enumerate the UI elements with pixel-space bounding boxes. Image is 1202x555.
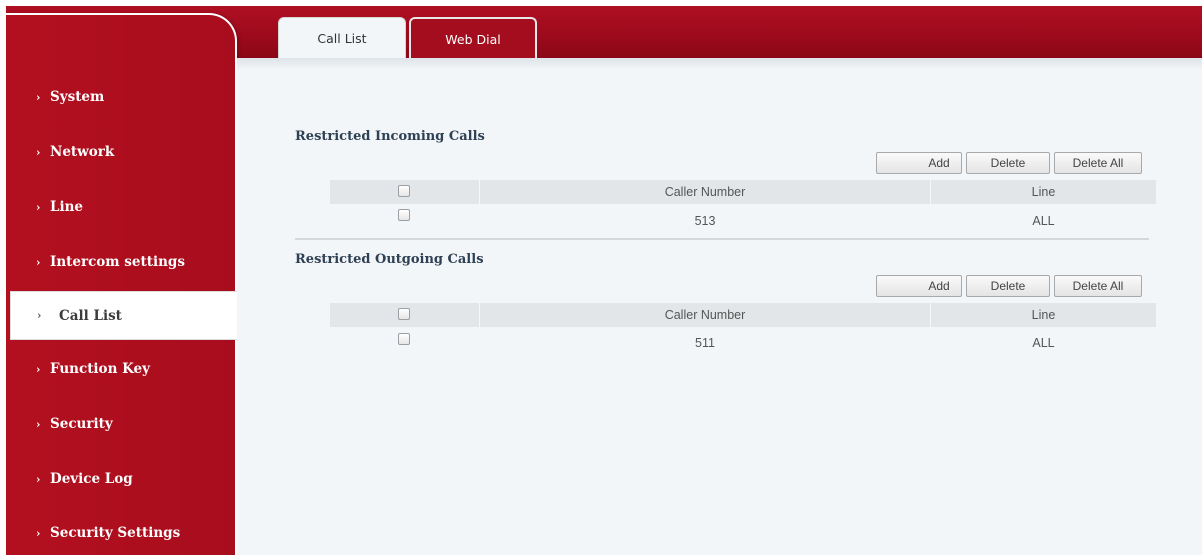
sidebar-item-label: Line	[50, 199, 84, 215]
sidebar-item-system[interactable]: › System	[6, 73, 231, 121]
outgoing-row-checkbox[interactable]	[398, 333, 410, 345]
chevron-right-icon: ›	[37, 309, 42, 322]
sidebar-item-label: Security	[50, 416, 113, 432]
sidebar-item-label: Network	[50, 144, 115, 160]
incoming-column-caller-number: Caller Number	[664, 185, 746, 199]
sidebar-item-label: Call List	[59, 307, 122, 324]
sidebar-item-security[interactable]: › Security	[6, 400, 231, 448]
sidebar-item-line[interactable]: › Line	[6, 183, 231, 231]
add-button-label: Add	[928, 279, 950, 293]
chevron-right-icon: ›	[36, 255, 41, 269]
sidebar-item-security-settings[interactable]: › Security Settings	[6, 509, 231, 555]
outgoing-row-line: ALL	[1032, 336, 1055, 350]
chevron-right-icon: ›	[36, 145, 41, 159]
outgoing-row-caller-number: 511	[695, 336, 715, 350]
chevron-right-icon: ›	[36, 526, 41, 540]
sidebar-item-label: Function Key	[50, 361, 150, 377]
incoming-row-caller-number: 513	[694, 214, 716, 228]
outgoing-select-all-checkbox[interactable]	[398, 308, 410, 320]
outgoing-delete-button[interactable]: Delete	[966, 275, 1050, 297]
incoming-delete-button[interactable]: Delete	[966, 152, 1050, 174]
incoming-section-title: Restricted Incoming Calls	[295, 129, 485, 144]
outgoing-column-line: Line	[1031, 308, 1056, 322]
sidebar-item-label: Intercom settings	[50, 254, 185, 270]
chevron-right-icon: ›	[36, 90, 41, 104]
sidebar-item-network[interactable]: › Network	[6, 128, 231, 176]
outgoing-column-caller-number: Caller Number	[664, 308, 746, 322]
incoming-column-line: Line	[1031, 185, 1056, 199]
tab-web-dial[interactable]: Web Dial	[409, 17, 537, 59]
sidebar-item-call-list[interactable]: › Call List	[10, 291, 237, 340]
chevron-right-icon: ›	[36, 362, 41, 376]
section-divider	[295, 238, 1149, 240]
incoming-add-button[interactable]: Add	[876, 152, 962, 174]
outgoing-delete-all-button[interactable]: Delete All	[1054, 275, 1142, 297]
incoming-select-all-checkbox[interactable]	[398, 185, 410, 197]
sidebar-item-device-log[interactable]: › Device Log	[6, 455, 231, 503]
tab-call-list[interactable]: Call List	[278, 17, 406, 59]
chevron-right-icon: ›	[36, 417, 41, 431]
sidebar-item-label: Device Log	[50, 471, 133, 487]
incoming-row-line: ALL	[1032, 214, 1055, 228]
chevron-right-icon: ›	[36, 200, 41, 214]
add-button-label: Add	[928, 156, 950, 170]
outgoing-add-button[interactable]: Add	[876, 275, 962, 297]
sidebar-item-intercom-settings[interactable]: › Intercom settings	[6, 238, 231, 286]
content-top-shade	[237, 58, 1202, 70]
incoming-delete-all-button[interactable]: Delete All	[1054, 152, 1142, 174]
sidebar-item-label: System	[50, 89, 105, 105]
incoming-row-checkbox[interactable]	[398, 209, 410, 221]
outgoing-section-title: Restricted Outgoing Calls	[295, 252, 484, 267]
chevron-right-icon: ›	[36, 472, 41, 486]
sidebar-item-function-key[interactable]: › Function Key	[6, 345, 231, 393]
sidebar-item-label: Security Settings	[50, 525, 181, 541]
